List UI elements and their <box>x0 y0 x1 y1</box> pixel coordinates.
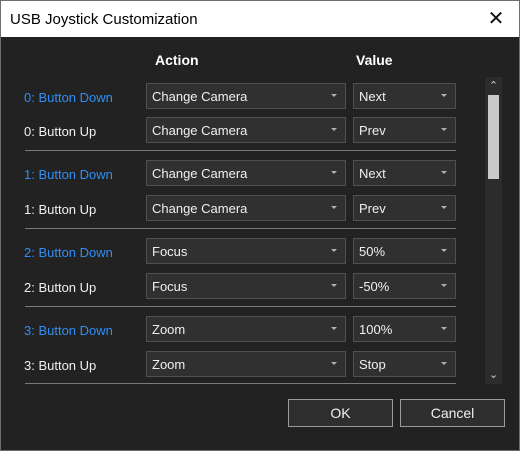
action-value: Change Camera <box>152 89 248 104</box>
row-label: 0: Button Down <box>24 90 113 105</box>
value-dropdown[interactable]: 50% <box>353 238 456 264</box>
value-dropdown[interactable]: -50% <box>353 273 456 299</box>
chevron-down-icon <box>323 118 345 142</box>
action-dropdown[interactable]: Zoom <box>146 316 346 342</box>
action-dropdown[interactable]: Change Camera <box>146 117 346 143</box>
action-dropdown[interactable]: Focus <box>146 238 346 264</box>
row-label: 1: Button Down <box>24 167 113 182</box>
action-value: Zoom <box>152 322 186 337</box>
group-divider <box>25 150 456 151</box>
value-text: Prev <box>359 123 386 138</box>
action-dropdown[interactable]: Zoom <box>146 351 346 377</box>
row-label: 2: Button Up <box>24 280 97 295</box>
value-text: 50% <box>359 244 386 259</box>
cancel-button[interactable]: Cancel <box>400 399 505 427</box>
action-value: Change Camera <box>152 123 248 138</box>
chevron-down-icon <box>433 84 455 108</box>
chevron-down-icon <box>433 352 455 376</box>
row-label: 3: Button Down <box>24 323 113 338</box>
action-dropdown[interactable]: Change Camera <box>146 160 346 186</box>
window-title: USB Joystick Customization <box>10 11 198 28</box>
chevron-down-icon <box>433 274 455 298</box>
chevron-down-icon <box>323 84 345 108</box>
row-label: 0: Button Up <box>24 124 97 139</box>
group-divider <box>25 306 456 307</box>
action-value: Focus <box>152 244 188 259</box>
value-dropdown[interactable]: Next <box>353 160 456 186</box>
row-label: 1: Button Up <box>24 202 97 217</box>
value-dropdown[interactable]: Prev <box>353 195 456 221</box>
title-bar[interactable]: USB Joystick Customization ✕ <box>1 1 519 37</box>
value-dropdown[interactable]: Stop <box>353 351 456 377</box>
chevron-down-icon <box>323 274 345 298</box>
chevron-down-icon <box>323 196 345 220</box>
chevron-down-icon <box>433 161 455 185</box>
action-value: Zoom <box>152 357 186 372</box>
value-text: Stop <box>359 357 386 372</box>
action-column-header: Action <box>155 52 199 68</box>
chevron-down-icon <box>433 239 455 263</box>
action-value: Change Camera <box>152 201 248 216</box>
value-text: Prev <box>359 201 386 216</box>
value-dropdown[interactable]: Prev <box>353 117 456 143</box>
value-text: -50% <box>359 279 390 294</box>
vertical-scrollbar[interactable]: ⌃ ⌄ <box>485 77 502 384</box>
row-label: 2: Button Down <box>24 245 113 260</box>
ok-button[interactable]: OK <box>288 399 393 427</box>
group-divider <box>25 383 456 384</box>
action-dropdown[interactable]: Change Camera <box>146 195 346 221</box>
chevron-down-icon <box>433 196 455 220</box>
action-value: Change Camera <box>152 166 248 181</box>
value-text: Next <box>359 166 386 181</box>
chevron-down-icon <box>323 352 345 376</box>
dialog-window: USB Joystick Customization ✕ Action Valu… <box>0 0 520 451</box>
chevron-down-icon <box>323 317 345 341</box>
chevron-down-icon <box>433 317 455 341</box>
action-dropdown[interactable]: Change Camera <box>146 83 346 109</box>
chevron-down-icon[interactable]: ⌄ <box>485 367 502 383</box>
value-column-header: Value <box>356 52 393 68</box>
group-divider <box>25 228 456 229</box>
scrollbar-thumb[interactable] <box>488 95 499 179</box>
action-value: Focus <box>152 279 188 294</box>
chevron-up-icon[interactable]: ⌃ <box>485 78 502 94</box>
chevron-down-icon <box>323 239 345 263</box>
value-dropdown[interactable]: 100% <box>353 316 456 342</box>
chevron-down-icon <box>433 118 455 142</box>
row-label: 3: Button Up <box>24 358 97 373</box>
chevron-down-icon <box>323 161 345 185</box>
value-text: Next <box>359 89 386 104</box>
value-dropdown[interactable]: Next <box>353 83 456 109</box>
value-text: 100% <box>359 322 393 337</box>
close-icon[interactable]: ✕ <box>473 1 519 37</box>
action-dropdown[interactable]: Focus <box>146 273 346 299</box>
